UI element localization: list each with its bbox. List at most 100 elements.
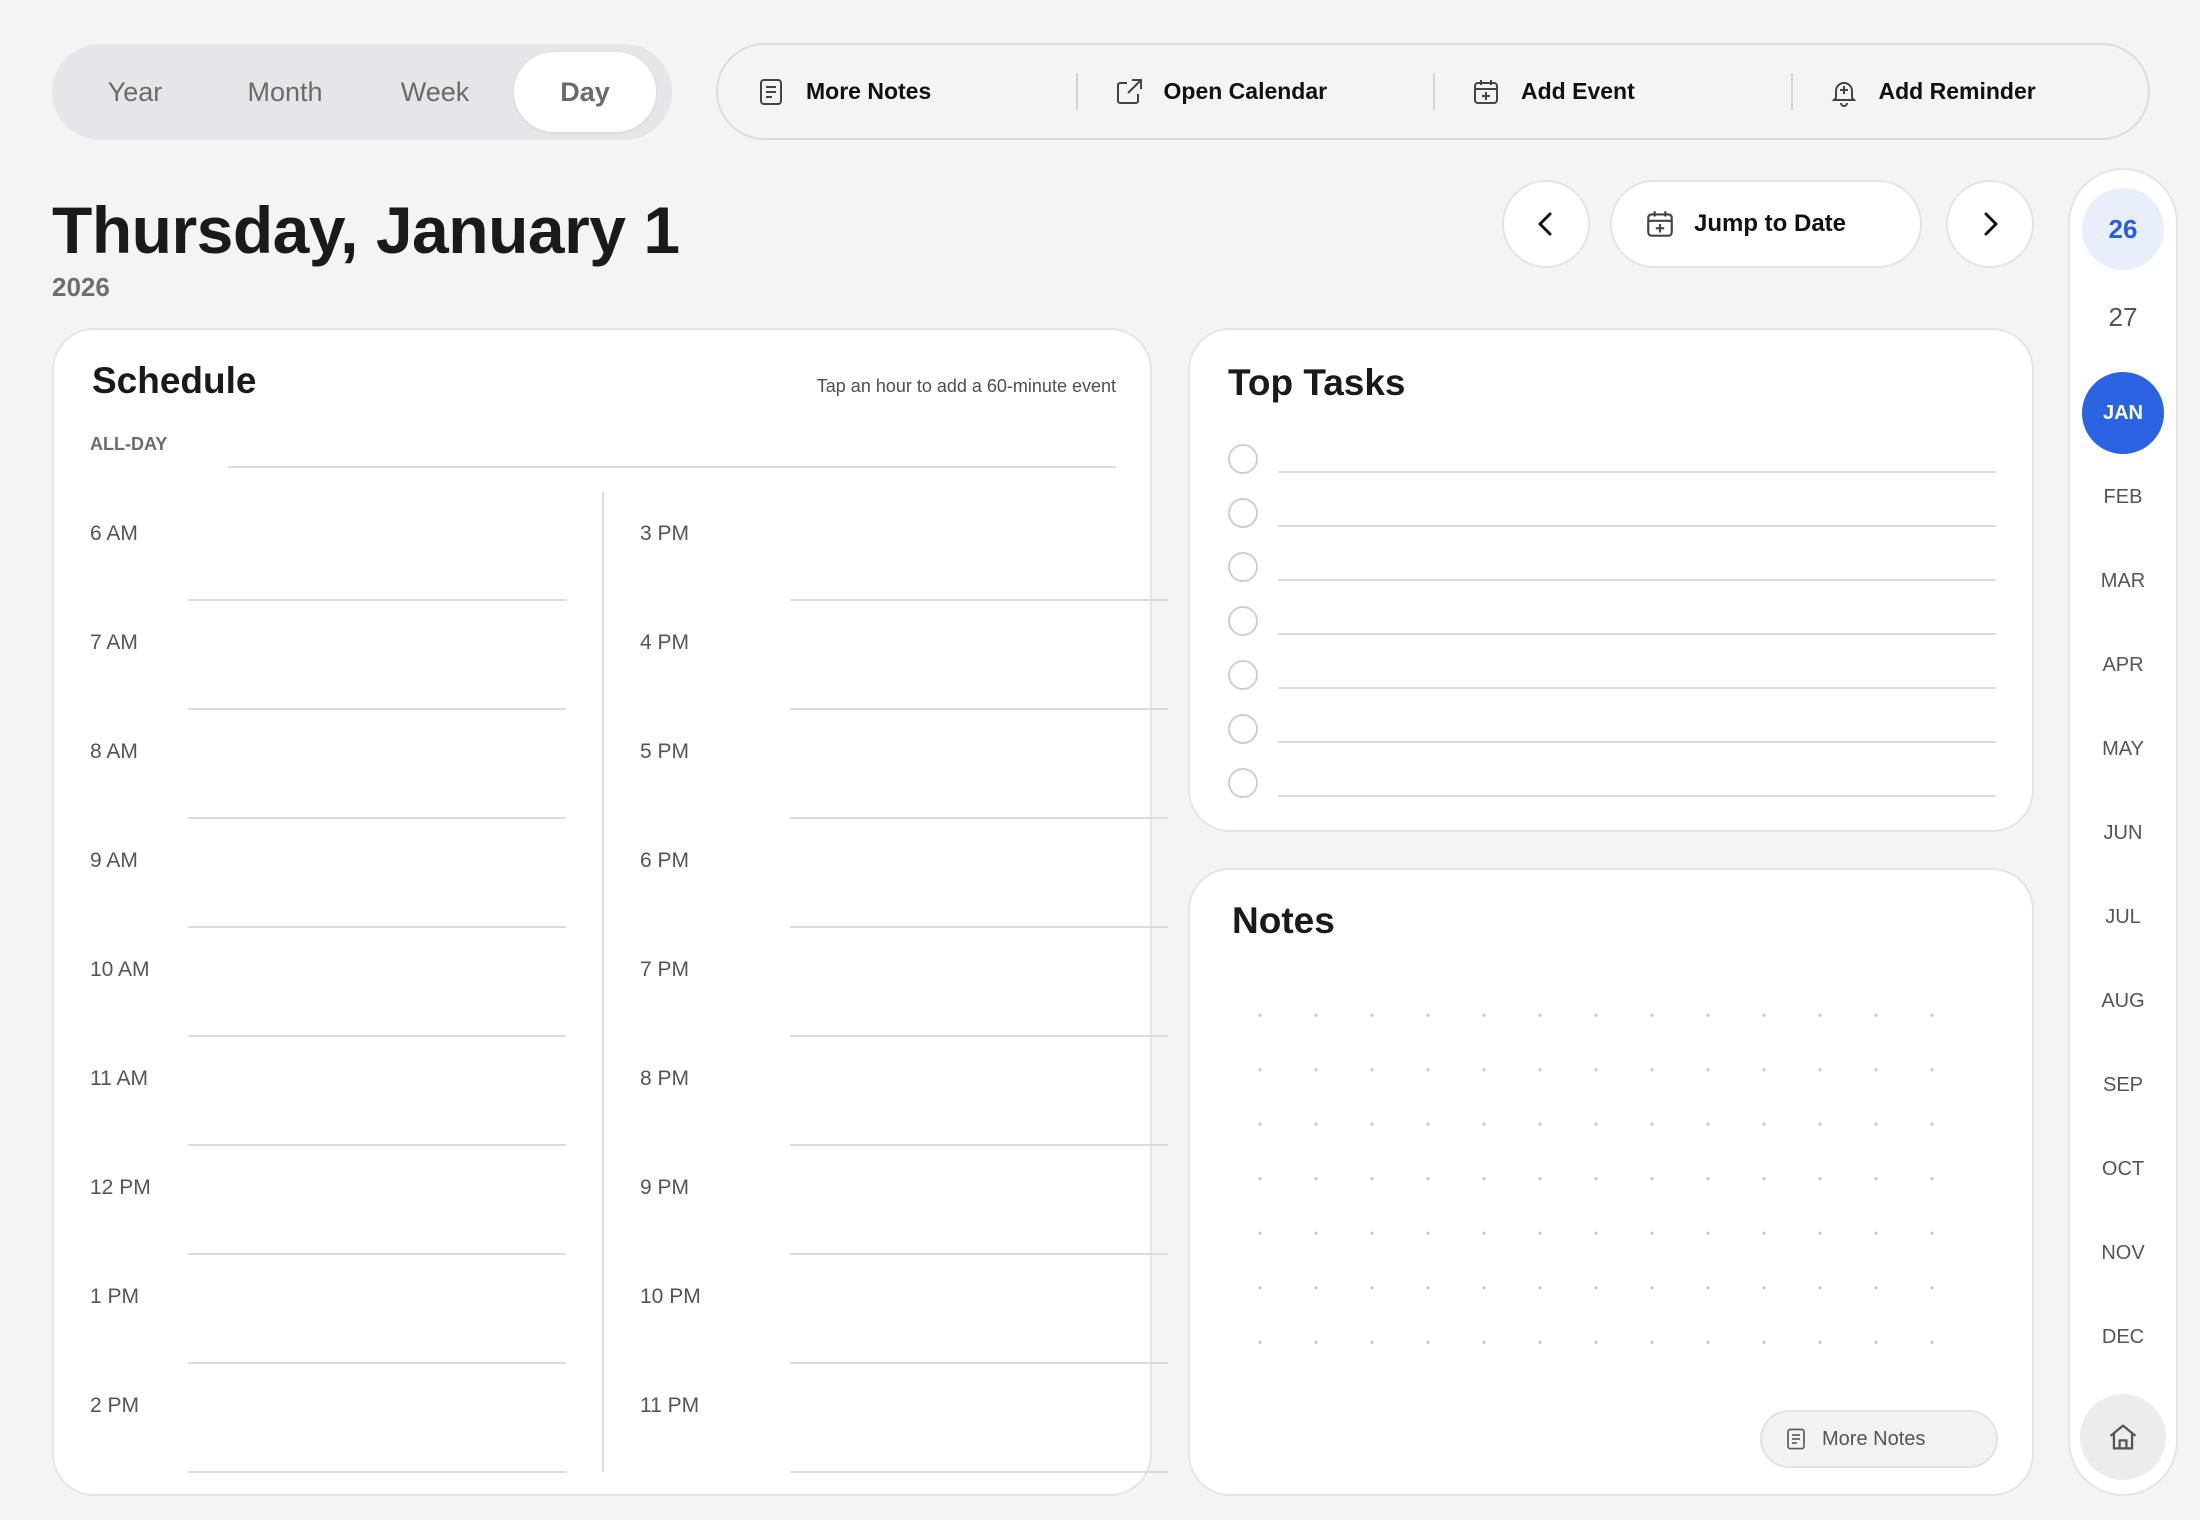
hour-label: 3 PM: [640, 522, 690, 545]
task-row: [1228, 486, 1996, 540]
more-notes-button[interactable]: More Notes: [1760, 1410, 1998, 1468]
previous-day-button[interactable]: [1502, 180, 1590, 268]
add-reminder-label: Add Reminder: [1878, 78, 2036, 104]
more-notes-button[interactable]: More Notes: [718, 45, 1076, 138]
task-input[interactable]: [1278, 741, 1996, 743]
task-checkbox[interactable]: [1228, 552, 1258, 582]
hour-slot[interactable]: 3 PM: [604, 492, 1168, 601]
rail-month-jan[interactable]: JAN: [2082, 372, 2164, 454]
task-input[interactable]: [1278, 471, 1996, 473]
rail-month-apr[interactable]: APR: [2082, 624, 2164, 706]
hour-label: 9 PM: [640, 1176, 690, 1199]
task-checkbox[interactable]: [1228, 660, 1258, 690]
hour-slot[interactable]: 7 PM: [604, 928, 1168, 1037]
hour-slot[interactable]: 8 AM: [54, 710, 602, 819]
tab-week[interactable]: Week: [360, 52, 510, 132]
task-checkbox[interactable]: [1228, 606, 1258, 636]
rail-month-dec[interactable]: DEC: [2082, 1296, 2164, 1378]
rail-month-jul[interactable]: JUL: [2082, 876, 2164, 958]
hour-slot[interactable]: 6 AM: [54, 492, 602, 601]
hour-slot[interactable]: 9 PM: [604, 1146, 1168, 1255]
hour-label: 7 PM: [640, 958, 690, 981]
hours-column-am: 6 AM 7 AM 8 AM 9 AM 10 AM 11 AM 12 PM 1 …: [54, 492, 602, 1473]
hour-slot[interactable]: 9 AM: [54, 819, 602, 928]
top-tasks-card: Top Tasks: [1188, 328, 2034, 832]
add-reminder-button[interactable]: Add Reminder: [1790, 45, 2149, 138]
hour-label: 8 AM: [90, 740, 138, 763]
note-icon: [1784, 1427, 1808, 1451]
hour-slot[interactable]: 7 AM: [54, 601, 602, 710]
notes-canvas[interactable]: [1232, 988, 1982, 1378]
date-rail: 26 27 JAN FEB MAR APR MAY JUN JUL AUG SE…: [2068, 168, 2178, 1496]
hour-slot[interactable]: 4 PM: [604, 601, 1168, 710]
hour-slot[interactable]: 10 PM: [604, 1255, 1168, 1364]
page-title: Thursday, January 1: [52, 193, 680, 267]
next-day-button[interactable]: [1946, 180, 2034, 268]
rail-year-27[interactable]: 27: [2082, 276, 2164, 358]
hour-label: 12 PM: [90, 1176, 151, 1199]
all-day-slot[interactable]: [228, 466, 1116, 468]
tab-month[interactable]: Month: [210, 52, 360, 132]
rail-month-nov[interactable]: NOV: [2082, 1212, 2164, 1294]
note-icon: [756, 77, 786, 107]
open-calendar-button[interactable]: Open Calendar: [1075, 45, 1434, 138]
calendar-add-icon: [1644, 208, 1676, 240]
notes-title: Notes: [1232, 900, 1335, 941]
hour-slot[interactable]: 2 PM: [54, 1364, 602, 1473]
rail-month-oct[interactable]: OCT: [2082, 1128, 2164, 1210]
hour-label: 4 PM: [640, 631, 690, 654]
notes-card: Notes More Notes: [1188, 868, 2034, 1496]
rail-month-aug[interactable]: AUG: [2082, 960, 2164, 1042]
external-link-icon: [1114, 77, 1144, 107]
more-notes-label: More Notes: [806, 78, 932, 104]
task-input[interactable]: [1278, 795, 1996, 797]
hour-slot[interactable]: 11 PM: [604, 1364, 1168, 1473]
hour-slot[interactable]: 12 PM: [54, 1146, 602, 1255]
bell-add-icon: [1829, 77, 1859, 107]
rail-month-feb[interactable]: FEB: [2082, 456, 2164, 538]
hour-label: 5 PM: [640, 740, 690, 763]
rail-month-jun[interactable]: JUN: [2082, 792, 2164, 874]
hour-slot[interactable]: 11 AM: [54, 1037, 602, 1146]
task-checkbox[interactable]: [1228, 714, 1258, 744]
task-input[interactable]: [1278, 579, 1996, 581]
rail-month-mar[interactable]: MAR: [2082, 540, 2164, 622]
home-button[interactable]: [2080, 1394, 2166, 1480]
task-checkbox[interactable]: [1228, 444, 1258, 474]
task-row: [1228, 540, 1996, 594]
hour-slot[interactable]: 6 PM: [604, 819, 1168, 928]
jump-to-date-label: Jump to Date: [1694, 210, 1847, 237]
hour-label: 6 AM: [90, 522, 138, 545]
hour-label: 8 PM: [640, 1067, 690, 1090]
calendar-add-icon: [1471, 77, 1501, 107]
rail-year-26[interactable]: 26: [2082, 188, 2164, 270]
add-event-label: Add Event: [1521, 78, 1635, 104]
tab-day[interactable]: Day: [514, 52, 656, 132]
rail-month-sep[interactable]: SEP: [2082, 1044, 2164, 1126]
schedule-hint: Tap an hour to add a 60-minute event: [816, 376, 1116, 396]
schedule-title: Schedule: [92, 360, 257, 401]
open-calendar-label: Open Calendar: [1163, 78, 1328, 104]
hour-label: 10 PM: [640, 1285, 701, 1308]
hour-slot[interactable]: 1 PM: [54, 1255, 602, 1364]
tab-year[interactable]: Year: [60, 52, 210, 132]
task-row: [1228, 702, 1996, 756]
task-row: [1228, 756, 1996, 810]
task-input[interactable]: [1278, 687, 1996, 689]
hour-slot[interactable]: 10 AM: [54, 928, 602, 1037]
rail-month-may[interactable]: MAY: [2082, 708, 2164, 790]
top-tasks-title: Top Tasks: [1228, 362, 1406, 403]
hour-label: 11 PM: [640, 1394, 700, 1417]
hour-slot[interactable]: 5 PM: [604, 710, 1168, 819]
jump-to-date-button[interactable]: Jump to Date: [1610, 180, 1922, 268]
task-row: [1228, 432, 1996, 486]
task-checkbox[interactable]: [1228, 498, 1258, 528]
task-input[interactable]: [1278, 633, 1996, 635]
task-input[interactable]: [1278, 525, 1996, 527]
hour-label: 6 PM: [640, 849, 690, 872]
hour-label: 2 PM: [90, 1394, 140, 1417]
task-checkbox[interactable]: [1228, 768, 1258, 798]
hour-label: 7 AM: [90, 631, 138, 654]
hour-slot[interactable]: 8 PM: [604, 1037, 1168, 1146]
add-event-button[interactable]: Add Event: [1433, 45, 1791, 138]
